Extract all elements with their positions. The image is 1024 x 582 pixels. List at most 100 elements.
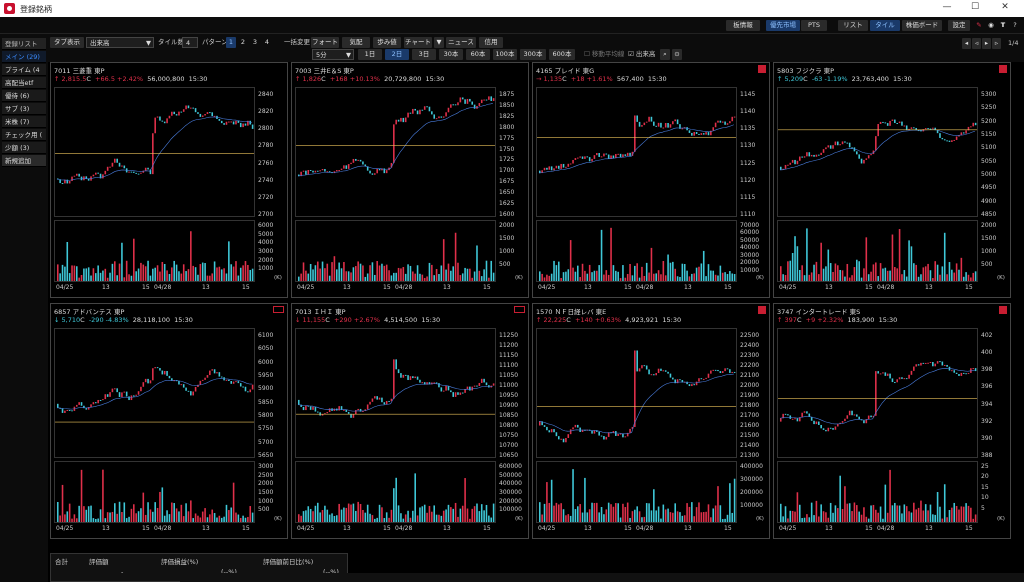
period-1d-button[interactable]: 1日: [358, 49, 382, 60]
price-chart[interactable]: [777, 328, 978, 458]
period-30-button[interactable]: 30本: [439, 49, 463, 60]
period-3d-button[interactable]: 3日: [412, 49, 436, 60]
alert-outline-icon[interactable]: [273, 306, 284, 313]
chart-dropdown-icon[interactable]: ▼: [434, 37, 444, 48]
chart-panel[interactable]: 1570 ＮＦ日経レバ 東E ↑ 22,225C +140 +0.63% 4,9…: [532, 303, 770, 539]
chart-panel[interactable]: 3747 インタートレード 東S ↑ 397C +9 +2.32% 183,90…: [773, 303, 1011, 539]
ma-option-checkbox[interactable]: ☐ 移動平均線: [584, 49, 624, 60]
close-button[interactable]: ✕: [992, 2, 1018, 15]
chart-panel[interactable]: 7013 ＩＨＩ 東P ↓ 11,155C +290 +2.67% 4,514,…: [291, 303, 529, 539]
period-2d-button[interactable]: 2日: [385, 49, 409, 60]
pts-button[interactable]: PTS: [801, 20, 827, 31]
volume-bar: [135, 513, 137, 522]
candle: [801, 412, 803, 418]
volume-option-checkbox[interactable]: ☑ 出来高: [628, 49, 655, 60]
pattern-2-button[interactable]: 2: [238, 37, 248, 48]
pattern-4-button[interactable]: 4: [262, 37, 272, 48]
price-chart[interactable]: [777, 87, 978, 217]
volume-bar: [882, 518, 884, 522]
volume-bar: [357, 501, 359, 522]
alert-icon[interactable]: [999, 306, 1007, 314]
tab-display-button[interactable]: タブ表示: [50, 37, 84, 48]
interval-select[interactable]: 5分 ▼: [312, 49, 354, 60]
price-chart[interactable]: [54, 87, 255, 217]
candle: [302, 406, 305, 411]
volume-bar: [915, 509, 918, 522]
volume-chart[interactable]: [777, 220, 978, 282]
period-100-button[interactable]: 100本: [493, 49, 517, 60]
sidebar-item-benefits[interactable]: 優待 (6): [2, 90, 46, 102]
sidebar-item-high-dividend[interactable]: 高配当etf: [2, 77, 46, 89]
chart-panel[interactable]: 6857 アドバンテス 東P ↓ 5,710C -290 -4.83% 28,1…: [50, 303, 288, 539]
first-page-icon[interactable]: ◂: [962, 38, 971, 49]
maximize-button[interactable]: ☐: [962, 2, 988, 15]
period-300-button[interactable]: 300本: [520, 49, 546, 60]
text-size-icon[interactable]: T: [998, 20, 1008, 31]
tab-display-select[interactable]: 出来高 ▼: [86, 37, 154, 48]
volume-chart[interactable]: [295, 461, 496, 523]
settings-button[interactable]: 設定: [948, 20, 970, 31]
sidebar-item-small[interactable]: 少額 (3): [2, 142, 46, 154]
news-button[interactable]: ニュース: [446, 37, 476, 48]
period-600-button[interactable]: 600本: [549, 49, 575, 60]
price-tick: 11050: [499, 372, 519, 379]
candle: [471, 101, 474, 105]
volume-axis: 25 20 15 10 5: [979, 461, 1009, 523]
stock-board-button[interactable]: 株価ボード: [902, 20, 942, 31]
price-tick: 5750: [258, 425, 274, 433]
price-chart[interactable]: [295, 87, 496, 217]
tile-view-button[interactable]: タイル: [870, 20, 900, 31]
tick-button[interactable]: 歩み値: [373, 37, 401, 48]
tile-count-select[interactable]: 4: [182, 37, 198, 48]
period-60-button[interactable]: 60本: [466, 49, 490, 60]
quote-button[interactable]: 気配: [342, 37, 370, 48]
pen-icon[interactable]: ✎: [974, 20, 984, 31]
price-chart[interactable]: [536, 328, 737, 458]
chart-panel[interactable]: 7003 三井E＆S 東P ↑ 1,826C +168 +10.13% 20,7…: [291, 62, 529, 298]
board-info-button[interactable]: 板情報: [726, 20, 760, 31]
minimize-button[interactable]: —: [934, 2, 960, 15]
alert-icon[interactable]: [999, 65, 1007, 73]
volume-chart[interactable]: [54, 220, 255, 282]
last-page-icon[interactable]: ▹: [992, 38, 1001, 49]
sidebar-item-main[interactable]: メイン (29): [2, 51, 46, 63]
chart-panel[interactable]: 4165 プレイド 東G → 1,135C +18 +1.61% 567,400…: [532, 62, 770, 298]
camera-icon[interactable]: ◉: [986, 20, 996, 31]
help-icon[interactable]: ?: [1010, 20, 1020, 31]
volume-chart[interactable]: [536, 220, 737, 282]
reset-icon[interactable]: ⊙: [672, 49, 682, 60]
fort-button[interactable]: フォート: [311, 37, 339, 48]
zoom-icon[interactable]: ⌕: [660, 49, 670, 60]
volume-bar: [450, 270, 452, 281]
sidebar-item-sub[interactable]: サブ (3): [2, 103, 46, 115]
chart-panel[interactable]: 7011 三菱重 東P ↑ 2,815.5C +66.5 +2.42% 56,0…: [50, 62, 288, 298]
volume-bar: [605, 270, 608, 281]
sidebar-item-us-stocks[interactable]: 米株 (7): [2, 116, 46, 128]
volume-chart[interactable]: [536, 461, 737, 523]
alert-outline-icon[interactable]: [514, 306, 525, 313]
pattern-1-button[interactable]: 1: [226, 37, 236, 48]
price-chart[interactable]: [536, 87, 737, 217]
prev-page-icon[interactable]: ◃: [972, 38, 981, 49]
pattern-3-button[interactable]: 3: [250, 37, 260, 48]
sidebar-item-check[interactable]: チェック用 (: [2, 129, 46, 141]
price-chart[interactable]: [295, 328, 496, 458]
price-chart[interactable]: [54, 328, 255, 458]
list-view-button[interactable]: リスト: [838, 20, 868, 31]
volume-bar: [319, 268, 321, 281]
next-page-icon[interactable]: ▸: [982, 38, 991, 49]
volume-chart[interactable]: [777, 461, 978, 523]
volume-bar: [328, 275, 331, 281]
sidebar-add-new-button[interactable]: 新規追加: [2, 155, 46, 167]
volume-tick: 300000: [499, 489, 522, 496]
margin-button[interactable]: 信用: [479, 37, 503, 48]
volume-chart[interactable]: [54, 461, 255, 523]
chart-button[interactable]: チャート: [404, 37, 432, 48]
time-tick: 13: [584, 284, 592, 291]
chart-panel[interactable]: 5803 フジクラ 東P ↑ 5,209C -63 -1.19% 23,763,…: [773, 62, 1011, 298]
alert-icon[interactable]: [758, 306, 766, 314]
sidebar-item-prime[interactable]: プライム (4: [2, 64, 46, 76]
priority-market-button[interactable]: 優先市場: [766, 20, 800, 31]
alert-icon[interactable]: [758, 65, 766, 73]
volume-chart[interactable]: [295, 220, 496, 282]
